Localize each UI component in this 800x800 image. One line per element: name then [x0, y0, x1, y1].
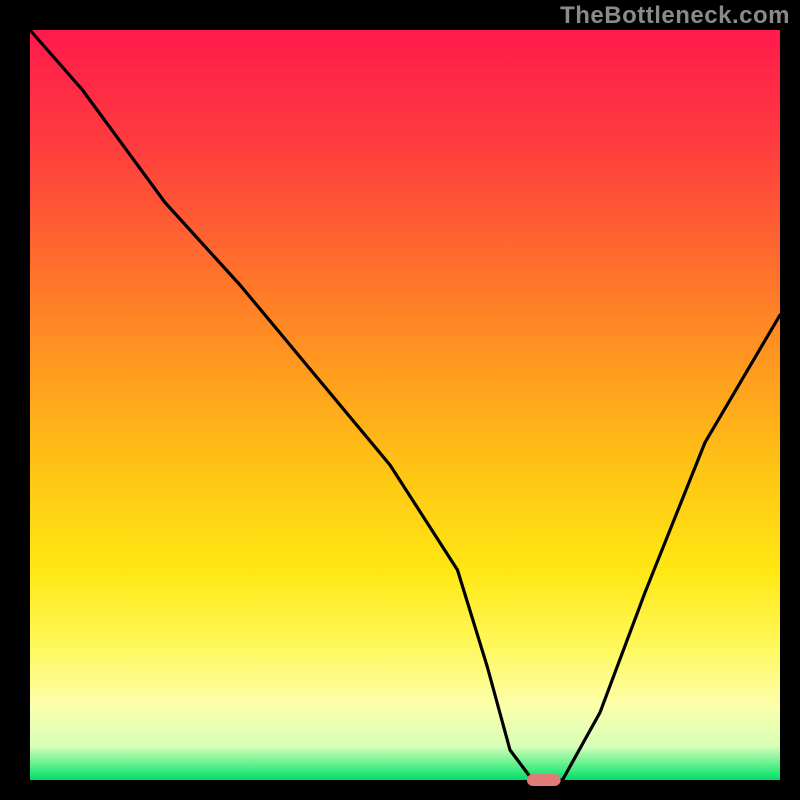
watermark-text: TheBottleneck.com	[560, 2, 790, 30]
plot-background	[30, 30, 780, 780]
bottleneck-chart	[0, 0, 800, 800]
optimal-marker	[527, 774, 561, 786]
chart-container: TheBottleneck.com	[0, 0, 800, 800]
